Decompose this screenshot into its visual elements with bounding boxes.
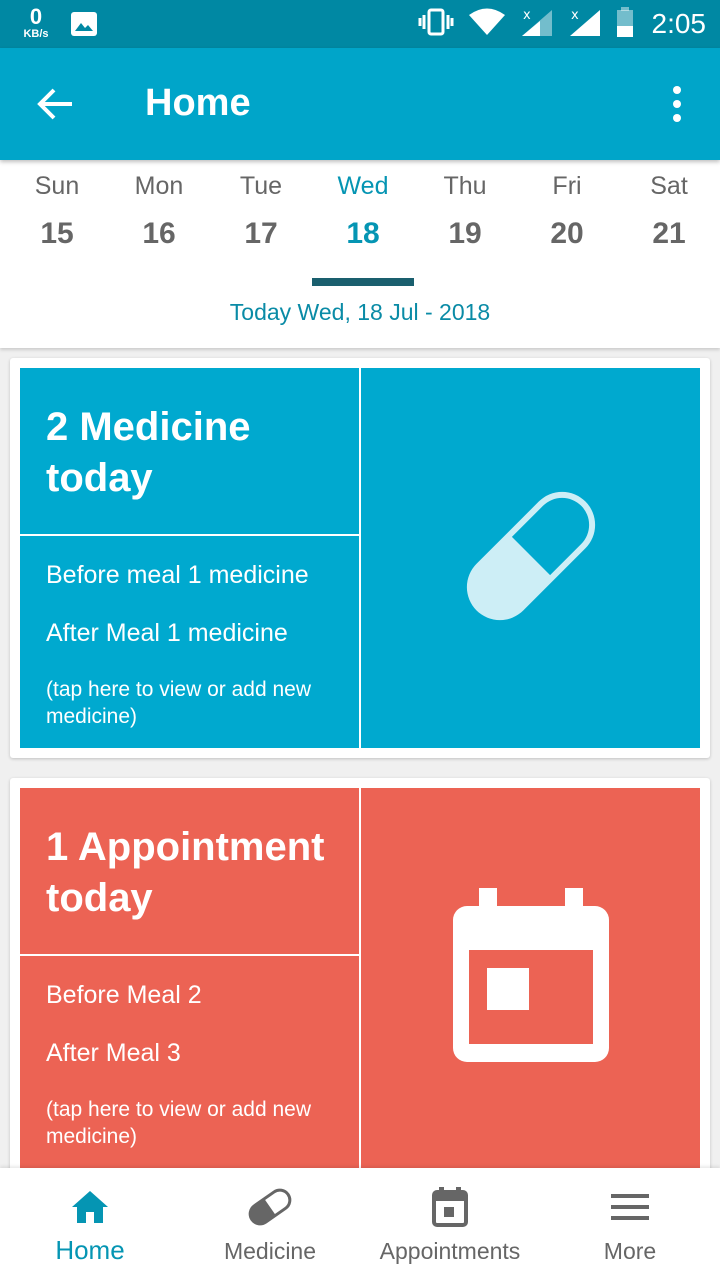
appointment-card-icon-panel[interactable] — [361, 788, 700, 1168]
bottom-navigation: Home Medicine Appointments More — [0, 1168, 720, 1280]
day-sun[interactable]: Sun 15 — [6, 172, 108, 251]
wifi-icon — [468, 8, 506, 41]
pill-icon — [446, 471, 616, 646]
day-name: Wed — [337, 172, 389, 200]
nav-more-label: More — [603, 1238, 657, 1264]
page-title: Home — [145, 82, 251, 124]
day-name: Fri — [552, 172, 582, 200]
network-speed-unit: KB/s — [23, 28, 49, 40]
arrow-back-icon[interactable] — [36, 84, 76, 124]
nav-more[interactable]: More — [540, 1168, 720, 1280]
medicine-count-heading: 2 Medicine today — [46, 405, 251, 500]
pill-icon — [180, 1186, 360, 1228]
day-date: 21 — [652, 217, 686, 250]
vibrate-icon — [418, 8, 454, 41]
nav-home[interactable]: Home — [0, 1168, 180, 1280]
day-name: Mon — [134, 172, 184, 200]
tap-hint: (tap here to view or add new medicine) — [46, 678, 311, 728]
day-date: 15 — [40, 217, 74, 250]
appointment-count-heading: 1 Appointment today — [46, 825, 325, 920]
day-date: 19 — [448, 217, 482, 250]
tap-hint: (tap here to view or add new medicine) — [46, 1098, 311, 1148]
appointment-card-info[interactable]: 1 Appointment today Before Meal 2 After … — [20, 788, 359, 1168]
medicine-card[interactable]: 2 Medicine today Before meal 1 medicine … — [10, 358, 710, 758]
today-date-label: Today Wed, 18 Jul - 2018 — [229, 299, 491, 325]
medicine-card-header: 2 Medicine today — [20, 368, 359, 534]
signal-icon: x — [568, 7, 602, 42]
day-date: 16 — [142, 217, 176, 250]
nav-home-label: Home — [55, 1235, 125, 1265]
appointment-card[interactable]: 1 Appointment today Before Meal 2 After … — [10, 778, 710, 1178]
appointment-card-header: 1 Appointment today — [20, 788, 359, 954]
week-day-selector: Sun 15 Mon 16 Tue 17 Wed 18 Thu 19 Fri 2… — [0, 160, 720, 348]
day-thu[interactable]: Thu 19 — [414, 172, 516, 251]
nav-medicine[interactable]: Medicine — [180, 1168, 360, 1280]
nav-medicine-label: Medicine — [223, 1238, 317, 1264]
battery-icon — [616, 6, 634, 42]
app-bar: Home — [0, 48, 720, 160]
day-name: Thu — [443, 172, 487, 200]
day-date: 17 — [244, 217, 278, 250]
network-speed-value: 0 — [29, 4, 43, 29]
day-date: 20 — [550, 217, 584, 250]
clock-time: 2:05 — [651, 8, 707, 39]
day-tue[interactable]: Tue 17 — [210, 172, 312, 251]
day-wed[interactable]: Wed 18 — [312, 172, 414, 286]
day-date: 18 — [346, 217, 380, 250]
nav-appointments[interactable]: Appointments — [360, 1168, 540, 1280]
medicine-card-icon-panel[interactable] — [361, 368, 700, 748]
selected-day-indicator — [312, 278, 414, 286]
day-fri[interactable]: Fri 20 — [516, 172, 618, 251]
svg-text:x: x — [571, 8, 579, 23]
calendar-icon — [451, 887, 611, 1069]
status-bar: 0 KB/s x x 2:05 — [0, 0, 720, 48]
network-speed: 0 KB/s — [18, 6, 54, 40]
signal-icon: x — [520, 7, 554, 42]
menu-icon — [540, 1186, 720, 1228]
more-vert-icon[interactable] — [662, 84, 692, 124]
home-icon — [0, 1186, 180, 1228]
after-meal-text: After Meal 1 medicine — [46, 619, 288, 647]
calendar-icon — [360, 1186, 540, 1228]
day-mon[interactable]: Mon 16 — [108, 172, 210, 251]
medicine-card-details: Before meal 1 medicine After Meal 1 medi… — [20, 536, 359, 748]
day-name: Sun — [34, 172, 80, 200]
after-meal-text: After Meal 3 — [46, 1039, 181, 1067]
before-meal-text: Before Meal 2 — [46, 981, 202, 1009]
nav-appointments-label: Appointments — [379, 1238, 521, 1264]
gallery-icon — [70, 11, 98, 42]
day-name: Sat — [650, 172, 688, 200]
svg-text:x: x — [523, 8, 531, 23]
day-name: Tue — [239, 172, 283, 200]
appointment-card-details: Before Meal 2 After Meal 3 (tap here to … — [20, 956, 359, 1168]
medicine-card-info[interactable]: 2 Medicine today Before meal 1 medicine … — [20, 368, 359, 748]
day-sat[interactable]: Sat 21 — [618, 172, 720, 251]
before-meal-text: Before meal 1 medicine — [46, 561, 309, 589]
